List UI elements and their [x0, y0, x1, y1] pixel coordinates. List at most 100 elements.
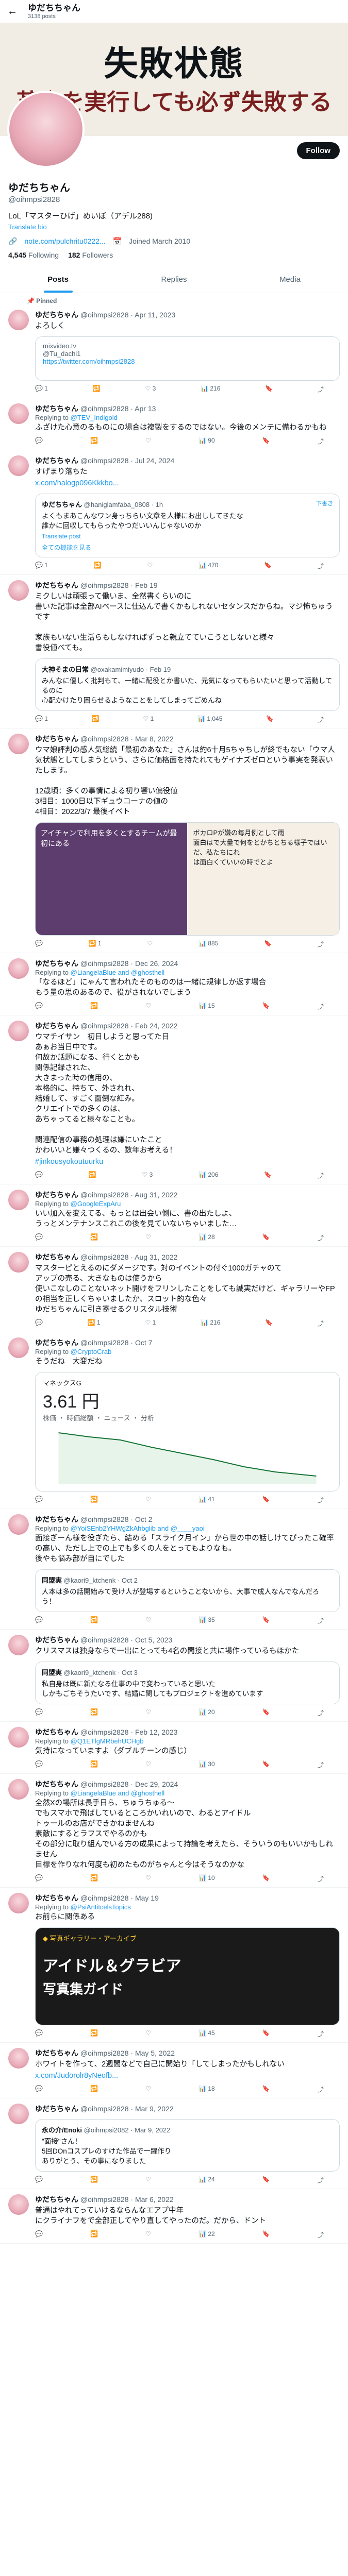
retweet-button[interactable]: 🔁 — [90, 2029, 98, 2038]
reply-button[interactable]: 💬 — [35, 1496, 43, 1504]
tweet-author-name[interactable]: ゆだちちゃん — [35, 1022, 78, 1030]
reply-button[interactable]: 💬 — [35, 2176, 43, 2184]
share-icon[interactable]: ⤴ — [318, 437, 324, 446]
like-button[interactable]: ♡ — [145, 1496, 151, 1504]
bookmark-icon[interactable]: 🔖 — [262, 1708, 270, 1717]
link-card[interactable]: ◆ 写真ギャラリー・アーカイブ アイドル＆グラビア 写真集ガイド — [35, 1927, 340, 2025]
views-button[interactable]: 📊 35 — [198, 1616, 215, 1625]
quoted-tweet[interactable]: ゆだちちゃん @haniglamfaba_0808 · 1h よくもまあこんなワン… — [35, 494, 340, 557]
avatar[interactable] — [8, 1779, 29, 1800]
tweet-date[interactable]: Jul 24, 2024 — [135, 456, 174, 465]
retweet-button[interactable]: 🔁 — [90, 1002, 98, 1011]
tweet-link[interactable]: x.com/halogp096Kkkbo... — [35, 478, 340, 488]
tweet[interactable]: ゆだちちゃん @oihmpsi2828 · Dec 29, 2024 Replyi… — [0, 1774, 348, 1888]
quoted-tweet[interactable]: 永の介/Enoki @oihmpsi2082 · Mar 9, 2022 "面接"… — [35, 2119, 340, 2172]
tweet-author-name[interactable]: ゆだちちゃん — [35, 1780, 78, 1788]
retweet-button[interactable]: 🔁 — [90, 1616, 98, 1625]
tweet-date[interactable]: Oct 7 — [135, 1338, 152, 1347]
tweet[interactable]: ゆだちちゃん @oihmpsi2828 · Oct 2 Replying to @… — [0, 1509, 348, 1630]
tweet-date[interactable]: Apr 13 — [135, 404, 156, 413]
bookmark-icon[interactable]: 🔖 — [262, 1233, 270, 1242]
share-icon[interactable]: ⤴ — [318, 1319, 324, 1328]
views-button[interactable]: 📊 22 — [198, 2230, 215, 2239]
tweet-date[interactable]: Mar 6, 2022 — [135, 2195, 174, 2204]
reply-to-handle[interactable]: @Q1ETlgMRbehUCHgb — [71, 1737, 144, 1745]
tweet-date[interactable]: Aug 31, 2022 — [135, 1191, 177, 1199]
tweet-handle[interactable]: @oihmpsi2828 — [80, 1728, 129, 1736]
reply-button[interactable]: 💬 1 — [35, 562, 48, 570]
like-button[interactable]: ♡ — [145, 2029, 151, 2038]
tweet-link[interactable]: #jinkousyokoutuurku — [35, 1157, 340, 1167]
reply-button[interactable]: 💬 — [35, 1171, 43, 1180]
followers-link[interactable]: 182 Followers — [68, 251, 113, 259]
tweet[interactable]: ゆだちちゃん @oihmpsi2828 · Dec 26, 2024 Replyi… — [0, 953, 348, 1015]
retweet-button[interactable]: 🔁 — [89, 1171, 96, 1180]
tweet-date[interactable]: Mar 9, 2022 — [135, 2105, 174, 2113]
tweet-author-name[interactable]: ゆだちちゃん — [35, 2195, 78, 2204]
bookmark-icon[interactable]: 🔖 — [264, 1171, 272, 1180]
bookmark-icon[interactable]: 🔖 — [265, 385, 273, 394]
tweet[interactable]: ゆだちちゃん @oihmpsi2828 · Oct 5, 2023 クリスマスは独… — [0, 1630, 348, 1722]
tweet-date[interactable]: Feb 12, 2023 — [135, 1728, 178, 1736]
tweet-handle[interactable]: @oihmpsi2828 — [80, 735, 129, 743]
share-icon[interactable]: ⤴ — [318, 562, 324, 570]
tweet[interactable]: ゆだちちゃん @oihmpsi2828 · Aug 31, 2022 マスターピと… — [0, 1247, 348, 1332]
tweet-date[interactable]: Dec 26, 2024 — [135, 959, 178, 968]
tweet-author-name[interactable]: ゆだちちゃん — [35, 404, 78, 413]
retweet-button[interactable]: 🔁 1 — [88, 1319, 101, 1328]
share-icon[interactable]: ⤴ — [318, 1233, 324, 1242]
retweet-button[interactable]: 🔁 — [90, 2085, 98, 2094]
like-button[interactable]: ♡ — [145, 1874, 151, 1883]
card-link[interactable]: https://twitter.com/oihmpsi2828 — [43, 358, 332, 365]
avatar[interactable] — [8, 1635, 29, 1655]
tweet-author-name[interactable]: ゆだちちゃん — [35, 1515, 78, 1523]
views-button[interactable]: 📊 1,045 — [197, 715, 222, 724]
tweet-handle[interactable]: @oihmpsi2828 — [80, 311, 129, 319]
tweet[interactable]: ゆだちちゃん @oihmpsi2828 · Feb 19 ミクしいは頑張って働いま… — [0, 575, 348, 728]
avatar[interactable] — [8, 958, 29, 979]
reply-button[interactable]: 💬 — [35, 1319, 43, 1328]
tweet-date[interactable]: Feb 19 — [135, 581, 158, 589]
like-button[interactable]: ♡ — [145, 2230, 151, 2239]
retweet-button[interactable]: 🔁 — [90, 1760, 98, 1769]
following-link[interactable]: 4,545 Following — [8, 251, 59, 259]
stock-card[interactable]: マネックスG 3.61 円株価 ・ 時価総額 ・ ニュース ・ 分析 — [35, 1372, 340, 1492]
reply-button[interactable]: 💬 — [35, 437, 43, 446]
reply-to-handle[interactable]: @PsiAntitcelsTopics — [71, 1903, 131, 1911]
retweet-button[interactable]: 🔁 1 — [89, 940, 102, 948]
share-icon[interactable]: ⤴ — [318, 2176, 324, 2184]
reply-to-handle[interactable]: @TEV_Indigold — [71, 414, 118, 421]
avatar[interactable] — [8, 2104, 29, 2124]
retweet-button[interactable]: 🔁 — [90, 1233, 98, 1242]
bookmark-icon[interactable]: 🔖 — [262, 1496, 270, 1504]
views-button[interactable]: 📊 206 — [198, 1171, 218, 1180]
like-button[interactable]: ♡ — [145, 1708, 151, 1717]
views-button[interactable]: 📊 90 — [198, 437, 215, 446]
tweet[interactable]: ゆだちちゃん @oihmpsi2828 · Apr 11, 2023 よろしく mi… — [0, 304, 348, 398]
views-button[interactable]: 📊 45 — [198, 2029, 215, 2038]
share-icon[interactable]: ⤴ — [318, 940, 324, 948]
tweet[interactable]: ゆだちちゃん @oihmpsi2828 · May 19 Replying to … — [0, 1888, 348, 2043]
retweet-button[interactable]: 🔁 — [93, 385, 101, 394]
share-icon[interactable]: ⤴ — [318, 1616, 324, 1625]
tweet-date[interactable]: Oct 2 — [135, 1515, 152, 1523]
tweet[interactable]: ゆだちちゃん @oihmpsi2828 · Jul 24, 2024 すげまり落ち… — [0, 450, 348, 575]
media-image[interactable]: アイチャンで利用を多くとするチームが最初にある — [36, 823, 187, 935]
quoted-side[interactable]: 下書き — [316, 499, 333, 507]
quoted-tag[interactable]: 全ての機能を見る — [42, 543, 333, 552]
views-button[interactable]: 📊 18 — [198, 2085, 215, 2094]
bookmark-icon[interactable]: 🔖 — [262, 1002, 270, 1011]
reply-button[interactable]: 💬 — [35, 2230, 43, 2239]
retweet-button[interactable]: 🔁 — [90, 2176, 98, 2184]
avatar[interactable] — [8, 1727, 29, 1748]
views-button[interactable]: 📊 28 — [198, 1233, 215, 1242]
retweet-button[interactable]: 🔁 — [90, 437, 98, 446]
bookmark-icon[interactable]: 🔖 — [262, 2176, 270, 2184]
tweet-handle[interactable]: @oihmpsi2828 — [80, 1022, 129, 1030]
follow-button[interactable]: Follow — [296, 142, 340, 159]
share-icon[interactable]: ⤴ — [318, 2029, 324, 2038]
share-icon[interactable]: ⤴ — [318, 1496, 324, 1504]
tweet-author-name[interactable]: ゆだちちゃん — [35, 735, 78, 743]
tweet-author-name[interactable]: ゆだちちゃん — [35, 1728, 78, 1736]
tweet-handle[interactable]: @oihmpsi2828 — [80, 1191, 129, 1199]
